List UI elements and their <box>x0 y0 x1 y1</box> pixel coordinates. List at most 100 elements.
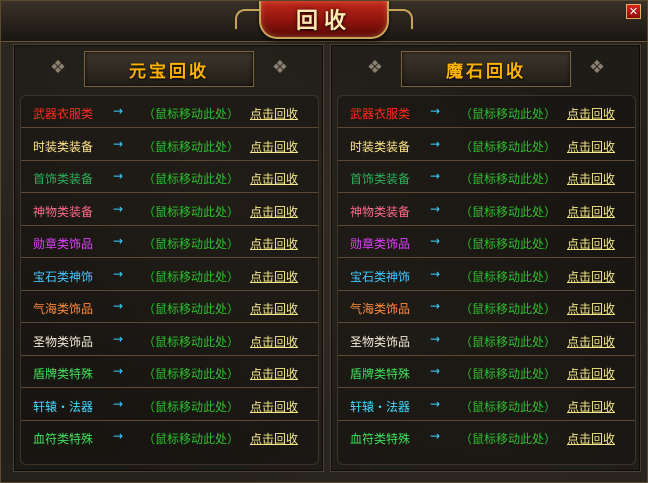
recycle-link[interactable]: 点击回收 <box>250 300 298 317</box>
hover-hint[interactable]: （鼠标移动此处） <box>460 300 556 317</box>
recycle-link[interactable]: 点击回收 <box>250 268 298 285</box>
item-category-label: 武器衣服类 <box>350 107 411 121</box>
recycle-link[interactable]: 点击回收 <box>567 235 615 252</box>
hover-hint[interactable]: （鼠标移动此处） <box>460 138 556 155</box>
recycle-link[interactable]: 点击回收 <box>567 268 615 285</box>
hover-hint[interactable]: （鼠标移动此处） <box>460 268 556 285</box>
recycle-row: 宝石类神饰 → （鼠标移动此处） 点击回收 <box>338 259 635 291</box>
hover-hint[interactable]: （鼠标移动此处） <box>143 268 239 285</box>
item-category-label: 武器衣服类 <box>33 107 94 121</box>
hover-hint[interactable]: （鼠标移动此处） <box>460 430 556 447</box>
item-category-label: 神物类装备 <box>33 205 94 219</box>
arrow-right-icon: → <box>113 429 124 443</box>
window-title: 回收 <box>295 8 352 34</box>
hover-hint[interactable]: （鼠标移动此处） <box>143 170 239 187</box>
hover-hint[interactable]: （鼠标移动此处） <box>143 430 239 447</box>
hover-hint[interactable]: （鼠标移动此处） <box>143 235 239 252</box>
recycle-link[interactable]: 点击回收 <box>567 203 615 220</box>
arrow-right-icon: → <box>430 104 441 118</box>
item-category-label: 勋章类饰品 <box>350 237 411 251</box>
item-category-label: 宝石类神饰 <box>350 270 411 284</box>
panel-title-plate: 魔石回收 <box>401 51 571 87</box>
recycle-row: 圣物类饰品 → （鼠标移动此处） 点击回收 <box>21 324 318 356</box>
panel-header: ❖ 魔石回收 ❖ <box>331 51 640 87</box>
recycle-link[interactable]: 点击回收 <box>250 105 298 122</box>
hover-hint[interactable]: （鼠标移动此处） <box>143 398 239 415</box>
hover-hint[interactable]: （鼠标移动此处） <box>143 105 239 122</box>
arrow-right-icon: → <box>430 364 441 378</box>
recycle-row: 血符类特殊 → （鼠标移动此处） 点击回收 <box>21 421 318 453</box>
hover-hint[interactable]: （鼠标移动此处） <box>460 333 556 350</box>
close-button[interactable]: ✕ <box>626 4 641 19</box>
item-category-label: 气海类饰品 <box>350 302 411 316</box>
recycle-row: 盾牌类特殊 → （鼠标移动此处） 点击回收 <box>21 356 318 388</box>
arrow-right-icon: → <box>113 364 124 378</box>
arrow-right-icon: → <box>430 169 441 183</box>
panel-title: 魔石回收 <box>446 61 526 82</box>
ornament-icon: ❖ <box>588 57 606 78</box>
hover-hint[interactable]: （鼠标移动此处） <box>460 398 556 415</box>
arrow-right-icon: → <box>430 137 441 151</box>
hover-hint[interactable]: （鼠标移动此处） <box>460 203 556 220</box>
hover-hint[interactable]: （鼠标移动此处） <box>460 365 556 382</box>
arrow-right-icon: → <box>113 137 124 151</box>
arrow-right-icon: → <box>113 202 124 216</box>
magic-stone-recycle-panel: ❖ 魔石回收 ❖ 武器衣服类 → （鼠标移动此处） 点击回收 时装类装备 → （鼠标移动此处… <box>330 44 641 472</box>
item-category-label: 圣物类饰品 <box>350 335 411 349</box>
arrow-right-icon: → <box>430 299 441 313</box>
recycle-link[interactable]: 点击回收 <box>250 138 298 155</box>
recycle-link[interactable]: 点击回收 <box>567 170 615 187</box>
recycle-row: 时装类装备 → （鼠标移动此处） 点击回收 <box>21 129 318 161</box>
recycle-link[interactable]: 点击回收 <box>250 203 298 220</box>
recycle-link[interactable]: 点击回收 <box>567 333 615 350</box>
hover-hint[interactable]: （鼠标移动此处） <box>143 138 239 155</box>
recycle-link[interactable]: 点击回收 <box>567 398 615 415</box>
ornament-icon: ❖ <box>366 57 384 78</box>
item-category-label: 盾牌类特殊 <box>350 367 411 381</box>
arrow-right-icon: → <box>113 169 124 183</box>
item-category-label: 时装类装备 <box>350 140 411 154</box>
recycle-link[interactable]: 点击回收 <box>250 398 298 415</box>
recycle-link[interactable]: 点击回收 <box>250 170 298 187</box>
recycle-link[interactable]: 点击回收 <box>567 365 615 382</box>
recycle-link[interactable]: 点击回收 <box>567 105 615 122</box>
recycle-row: 盾牌类特殊 → （鼠标移动此处） 点击回收 <box>338 356 635 388</box>
recycle-row: 神物类装备 → （鼠标移动此处） 点击回收 <box>338 194 635 226</box>
hover-hint[interactable]: （鼠标移动此处） <box>143 300 239 317</box>
hover-hint[interactable]: （鼠标移动此处） <box>460 235 556 252</box>
arrow-right-icon: → <box>113 332 124 346</box>
item-category-label: 轩辕・法器 <box>33 400 94 414</box>
item-category-label: 首饰类装备 <box>350 172 411 186</box>
hover-hint[interactable]: （鼠标移动此处） <box>460 105 556 122</box>
ornament-icon: ❖ <box>271 57 289 78</box>
recycle-row: 气海类饰品 → （鼠标移动此处） 点击回收 <box>21 291 318 323</box>
recycle-link[interactable]: 点击回收 <box>250 333 298 350</box>
item-category-label: 圣物类饰品 <box>33 335 94 349</box>
arrow-right-icon: → <box>430 429 441 443</box>
hover-hint[interactable]: （鼠标移动此处） <box>460 170 556 187</box>
recycle-row: 勋章类饰品 → （鼠标移动此处） 点击回收 <box>338 226 635 258</box>
ingot-recycle-panel: ❖ 元宝回收 ❖ 武器衣服类 → （鼠标移动此处） 点击回收 时装类装备 → （鼠标移动此处… <box>13 44 324 472</box>
recycle-link[interactable]: 点击回收 <box>250 235 298 252</box>
recycle-row: 轩辕・法器 → （鼠标移动此处） 点击回收 <box>21 389 318 421</box>
recycle-list: 武器衣服类 → （鼠标移动此处） 点击回收 时装类装备 → （鼠标移动此处） 点击回收 首饰类装… <box>20 95 319 465</box>
item-category-label: 勋章类饰品 <box>33 237 94 251</box>
recycle-row: 时装类装备 → （鼠标移动此处） 点击回收 <box>338 129 635 161</box>
recycle-link[interactable]: 点击回收 <box>250 365 298 382</box>
recycle-link[interactable]: 点击回收 <box>567 300 615 317</box>
panel-title-plate: 元宝回收 <box>84 51 254 87</box>
item-category-label: 血符类特殊 <box>350 432 411 446</box>
title-bar: 回收 ✕ <box>1 1 647 42</box>
recycle-row: 宝石类神饰 → （鼠标移动此处） 点击回收 <box>21 259 318 291</box>
recycle-row: 首饰类装备 → （鼠标移动此处） 点击回收 <box>21 161 318 193</box>
arrow-right-icon: → <box>113 234 124 248</box>
arrow-right-icon: → <box>113 397 124 411</box>
recycle-link[interactable]: 点击回收 <box>250 430 298 447</box>
item-category-label: 神物类装备 <box>350 205 411 219</box>
hover-hint[interactable]: （鼠标移动此处） <box>143 333 239 350</box>
hover-hint[interactable]: （鼠标移动此处） <box>143 203 239 220</box>
recycle-row: 神物类装备 → （鼠标移动此处） 点击回收 <box>21 194 318 226</box>
recycle-link[interactable]: 点击回收 <box>567 430 615 447</box>
hover-hint[interactable]: （鼠标移动此处） <box>143 365 239 382</box>
recycle-link[interactable]: 点击回收 <box>567 138 615 155</box>
